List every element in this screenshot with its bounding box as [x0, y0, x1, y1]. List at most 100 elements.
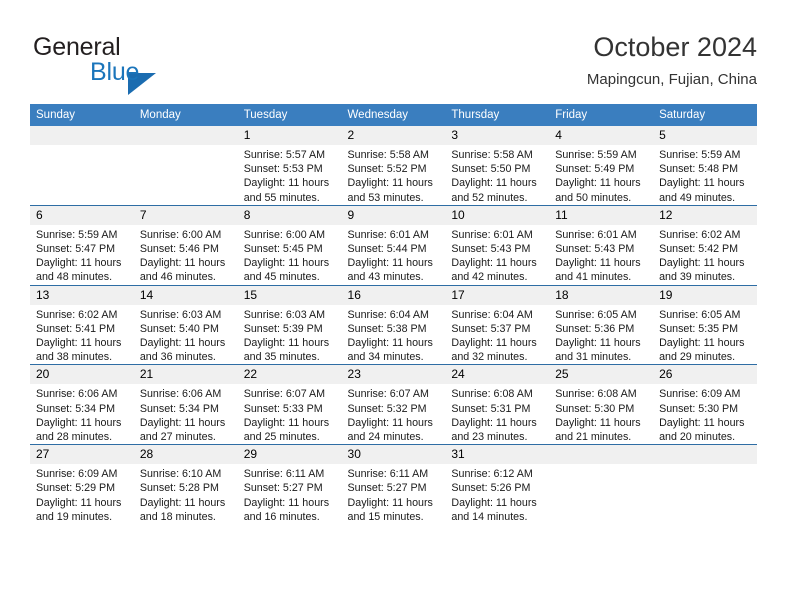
calendar-day-cell[interactable]: 17 Sunrise: 6:04 AM Sunset: 5:37 PM Dayligh…: [445, 284, 550, 365]
calendar-day-cell[interactable]: 16 Sunrise: 6:04 AM Sunset: 5:38 PM Dayligh…: [341, 284, 446, 365]
sunset-time: Sunset: 5:32 PM: [347, 402, 427, 415]
calendar-day-cell[interactable]: 13 Sunrise: 6:02 AM Sunset: 5:41 PM Dayligh…: [30, 284, 134, 365]
day-sun-info: Sunrise: 6:04 AM Sunset: 5:37 PM Daylight:…: [445, 305, 549, 365]
day-sun-info: Sunrise: 5:57 AM Sunset: 5:53 PM Daylight:…: [238, 145, 342, 205]
daylight-duration-line1: Daylight: 11 hours: [36, 257, 122, 270]
day-number: 22: [237, 365, 342, 385]
day-sun-info: Sunrise: 5:58 AM Sunset: 5:50 PM Daylight:…: [445, 145, 549, 205]
day-sun-info: Sunrise: 5:58 AM Sunset: 5:52 PM Daylight:…: [342, 145, 446, 205]
sunrise-time: Sunrise: 5:57 AM: [243, 149, 326, 161]
daylight-duration-line2: and 55 minutes.: [243, 191, 320, 204]
sunrise-time: Sunrise: 6:02 AM: [659, 228, 741, 241]
day-number: 11: [549, 205, 654, 225]
sunrise-time: Sunrise: 6:01 AM: [555, 228, 637, 241]
calendar-page: General Blue October 2024 Mapingcun, Fuj…: [0, 0, 792, 612]
calendar-day-cell[interactable]: 7 Sunrise: 6:00 AM Sunset: 5:46 PM Daylight…: [133, 204, 238, 286]
sunrise-time: Sunrise: 6:02 AM: [36, 308, 118, 321]
page-title: October 2024: [593, 32, 757, 62]
calendar-day-cell[interactable]: 9 Sunrise: 6:01 AM Sunset: 5:44 PM Daylight…: [341, 204, 446, 286]
sunrise-time: Sunrise: 5:58 AM: [347, 149, 429, 161]
calendar-day-cell[interactable]: 19 Sunrise: 6:05 AM Sunset: 5:35 PM Dayligh…: [653, 284, 757, 365]
sunset-time: Sunset: 5:40 PM: [139, 322, 219, 335]
sunset-time: Sunset: 5:37 PM: [451, 322, 531, 335]
daylight-duration-line2: and 45 minutes.: [243, 271, 320, 284]
calendar-day-cell[interactable]: 6 Sunrise: 5:59 AM Sunset: 5:47 PM Daylight…: [30, 204, 134, 286]
daylight-duration-line2: and 49 minutes.: [659, 191, 736, 204]
calendar-day-cell[interactable]: 15 Sunrise: 6:03 AM Sunset: 5:39 PM Dayligh…: [237, 284, 342, 365]
calendar-day-cell[interactable]: 8 Sunrise: 6:00 AM Sunset: 5:45 PM Daylight…: [237, 204, 342, 286]
sunrise-time: Sunrise: 6:03 AM: [243, 308, 326, 321]
daylight-duration-line2: and 20 minutes.: [659, 431, 736, 444]
calendar-day-cell[interactable]: 5 Sunrise: 5:59 AM Sunset: 5:48 PM Daylight…: [653, 126, 757, 206]
sunrise-time: Sunrise: 5:59 AM: [659, 149, 741, 161]
calendar-day-cell[interactable]: 10 Sunrise: 6:01 AM Sunset: 5:43 PM Dayligh…: [445, 204, 550, 286]
sunset-time: Sunset: 5:39 PM: [243, 322, 323, 335]
calendar-body: 1 Sunrise: 5:57 AM Sunset: 5:53 PM Daylight…: [30, 126, 757, 525]
day-sun-info: Sunrise: 6:04 AM Sunset: 5:38 PM Daylight:…: [342, 305, 446, 365]
sunset-time: Sunset: 5:44 PM: [347, 243, 427, 256]
day-number: [653, 445, 757, 465]
daylight-duration-line1: Daylight: 11 hours: [451, 416, 537, 429]
day-number: [30, 126, 134, 145]
calendar-day-cell[interactable]: 1 Sunrise: 5:57 AM Sunset: 5:53 PM Daylight…: [237, 126, 342, 206]
day-number: 29: [237, 445, 342, 465]
day-sun-info: Sunrise: 6:00 AM Sunset: 5:46 PM Daylight:…: [134, 225, 238, 285]
calendar-day-cell[interactable]: 24 Sunrise: 6:08 AM Sunset: 5:31 PM Dayligh…: [445, 364, 550, 445]
calendar-day-cell[interactable]: 28 Sunrise: 6:10 AM Sunset: 5:28 PM Dayligh…: [133, 444, 238, 525]
calendar-day-cell[interactable]: 21 Sunrise: 6:06 AM Sunset: 5:34 PM Dayligh…: [133, 364, 238, 445]
calendar-day-cell[interactable]: 22 Sunrise: 6:07 AM Sunset: 5:33 PM Dayligh…: [237, 364, 342, 445]
calendar-week-row: 6 Sunrise: 5:59 AM Sunset: 5:47 PM Daylight…: [30, 204, 757, 286]
calendar-day-cell[interactable]: 27 Sunrise: 6:09 AM Sunset: 5:29 PM Dayligh…: [30, 444, 134, 525]
sunset-time: Sunset: 5:27 PM: [347, 482, 427, 495]
sunset-time: Sunset: 5:27 PM: [243, 482, 323, 495]
daylight-duration-line2: and 46 minutes.: [139, 271, 216, 284]
daylight-duration-line2: and 15 minutes.: [347, 510, 424, 523]
calendar-day-cell[interactable]: 2 Sunrise: 5:58 AM Sunset: 5:52 PM Daylight…: [341, 126, 446, 206]
calendar-day-cell[interactable]: 3 Sunrise: 5:58 AM Sunset: 5:50 PM Daylight…: [445, 126, 550, 206]
calendar-day-cell-empty: [133, 126, 238, 206]
daylight-duration-line2: and 50 minutes.: [555, 191, 632, 204]
calendar-day-cell[interactable]: 23 Sunrise: 6:07 AM Sunset: 5:32 PM Dayligh…: [341, 364, 446, 445]
day-sun-info: Sunrise: 6:11 AM Sunset: 5:27 PM Daylight:…: [342, 464, 446, 524]
sunrise-time: Sunrise: 6:00 AM: [139, 228, 222, 241]
day-number: 15: [237, 285, 342, 305]
day-sun-info: Sunrise: 6:09 AM Sunset: 5:30 PM Daylight:…: [653, 384, 757, 444]
day-sun-info: Sunrise: 6:00 AM Sunset: 5:45 PM Daylight:…: [238, 225, 342, 285]
calendar-day-cell[interactable]: 20 Sunrise: 6:06 AM Sunset: 5:34 PM Dayligh…: [30, 364, 134, 445]
daylight-duration-line2: and 38 minutes.: [36, 351, 113, 364]
calendar-day-cell[interactable]: 4 Sunrise: 5:59 AM Sunset: 5:49 PM Daylight…: [549, 126, 654, 206]
calendar-day-cell[interactable]: 14 Sunrise: 6:03 AM Sunset: 5:40 PM Dayligh…: [133, 284, 238, 365]
daylight-duration-line1: Daylight: 11 hours: [139, 337, 226, 350]
calendar-week-row: 1 Sunrise: 5:57 AM Sunset: 5:53 PM Daylight…: [30, 126, 757, 206]
day-sun-info: Sunrise: 6:07 AM Sunset: 5:33 PM Daylight:…: [238, 384, 342, 444]
daylight-duration-line2: and 18 minutes.: [139, 510, 216, 523]
daylight-duration-line2: and 53 minutes.: [347, 191, 424, 204]
day-sun-info: Sunrise: 6:10 AM Sunset: 5:28 PM Daylight:…: [134, 464, 238, 524]
calendar-week-row: 13 Sunrise: 6:02 AM Sunset: 5:41 PM Dayligh…: [30, 284, 757, 365]
weekday-header-saturday: Saturday: [653, 104, 757, 126]
day-number: 3: [445, 126, 550, 145]
calendar-table: Sunday Monday Tuesday Wednesday Thursday…: [30, 104, 757, 525]
daylight-duration-line2: and 19 minutes.: [36, 510, 113, 523]
daylight-duration-line1: Daylight: 11 hours: [659, 257, 745, 270]
calendar-day-cell[interactable]: 30 Sunrise: 6:11 AM Sunset: 5:27 PM Dayligh…: [341, 444, 446, 525]
calendar-day-cell[interactable]: 29 Sunrise: 6:11 AM Sunset: 5:27 PM Dayligh…: [237, 444, 342, 525]
weekday-header-tuesday: Tuesday: [237, 104, 342, 126]
day-sun-info: Sunrise: 6:05 AM Sunset: 5:36 PM Daylight:…: [549, 305, 653, 365]
sunrise-time: Sunrise: 6:05 AM: [659, 308, 741, 321]
calendar-day-cell[interactable]: 11 Sunrise: 6:01 AM Sunset: 5:43 PM Dayligh…: [549, 204, 654, 286]
day-number: 26: [653, 365, 757, 385]
sunset-time: Sunset: 5:29 PM: [36, 482, 116, 495]
calendar-day-cell[interactable]: 18 Sunrise: 6:05 AM Sunset: 5:36 PM Dayligh…: [549, 284, 654, 365]
daylight-duration-line2: and 21 minutes.: [555, 431, 632, 444]
calendar-day-cell[interactable]: 25 Sunrise: 6:08 AM Sunset: 5:30 PM Dayligh…: [549, 364, 654, 445]
daylight-duration-line1: Daylight: 11 hours: [347, 496, 433, 509]
day-sun-info: Sunrise: 5:59 AM Sunset: 5:48 PM Daylight:…: [653, 145, 757, 205]
calendar-day-cell[interactable]: 12 Sunrise: 6:02 AM Sunset: 5:42 PM Dayligh…: [653, 204, 757, 286]
calendar-day-cell[interactable]: 31 Sunrise: 6:12 AM Sunset: 5:26 PM Dayligh…: [445, 444, 550, 525]
daylight-duration-line1: Daylight: 11 hours: [243, 177, 330, 190]
calendar-day-cell[interactable]: 26 Sunrise: 6:09 AM Sunset: 5:30 PM Dayligh…: [653, 364, 757, 445]
day-number: 16: [341, 285, 446, 305]
sunrise-time: Sunrise: 6:04 AM: [347, 308, 429, 321]
sunset-time: Sunset: 5:34 PM: [139, 402, 219, 415]
